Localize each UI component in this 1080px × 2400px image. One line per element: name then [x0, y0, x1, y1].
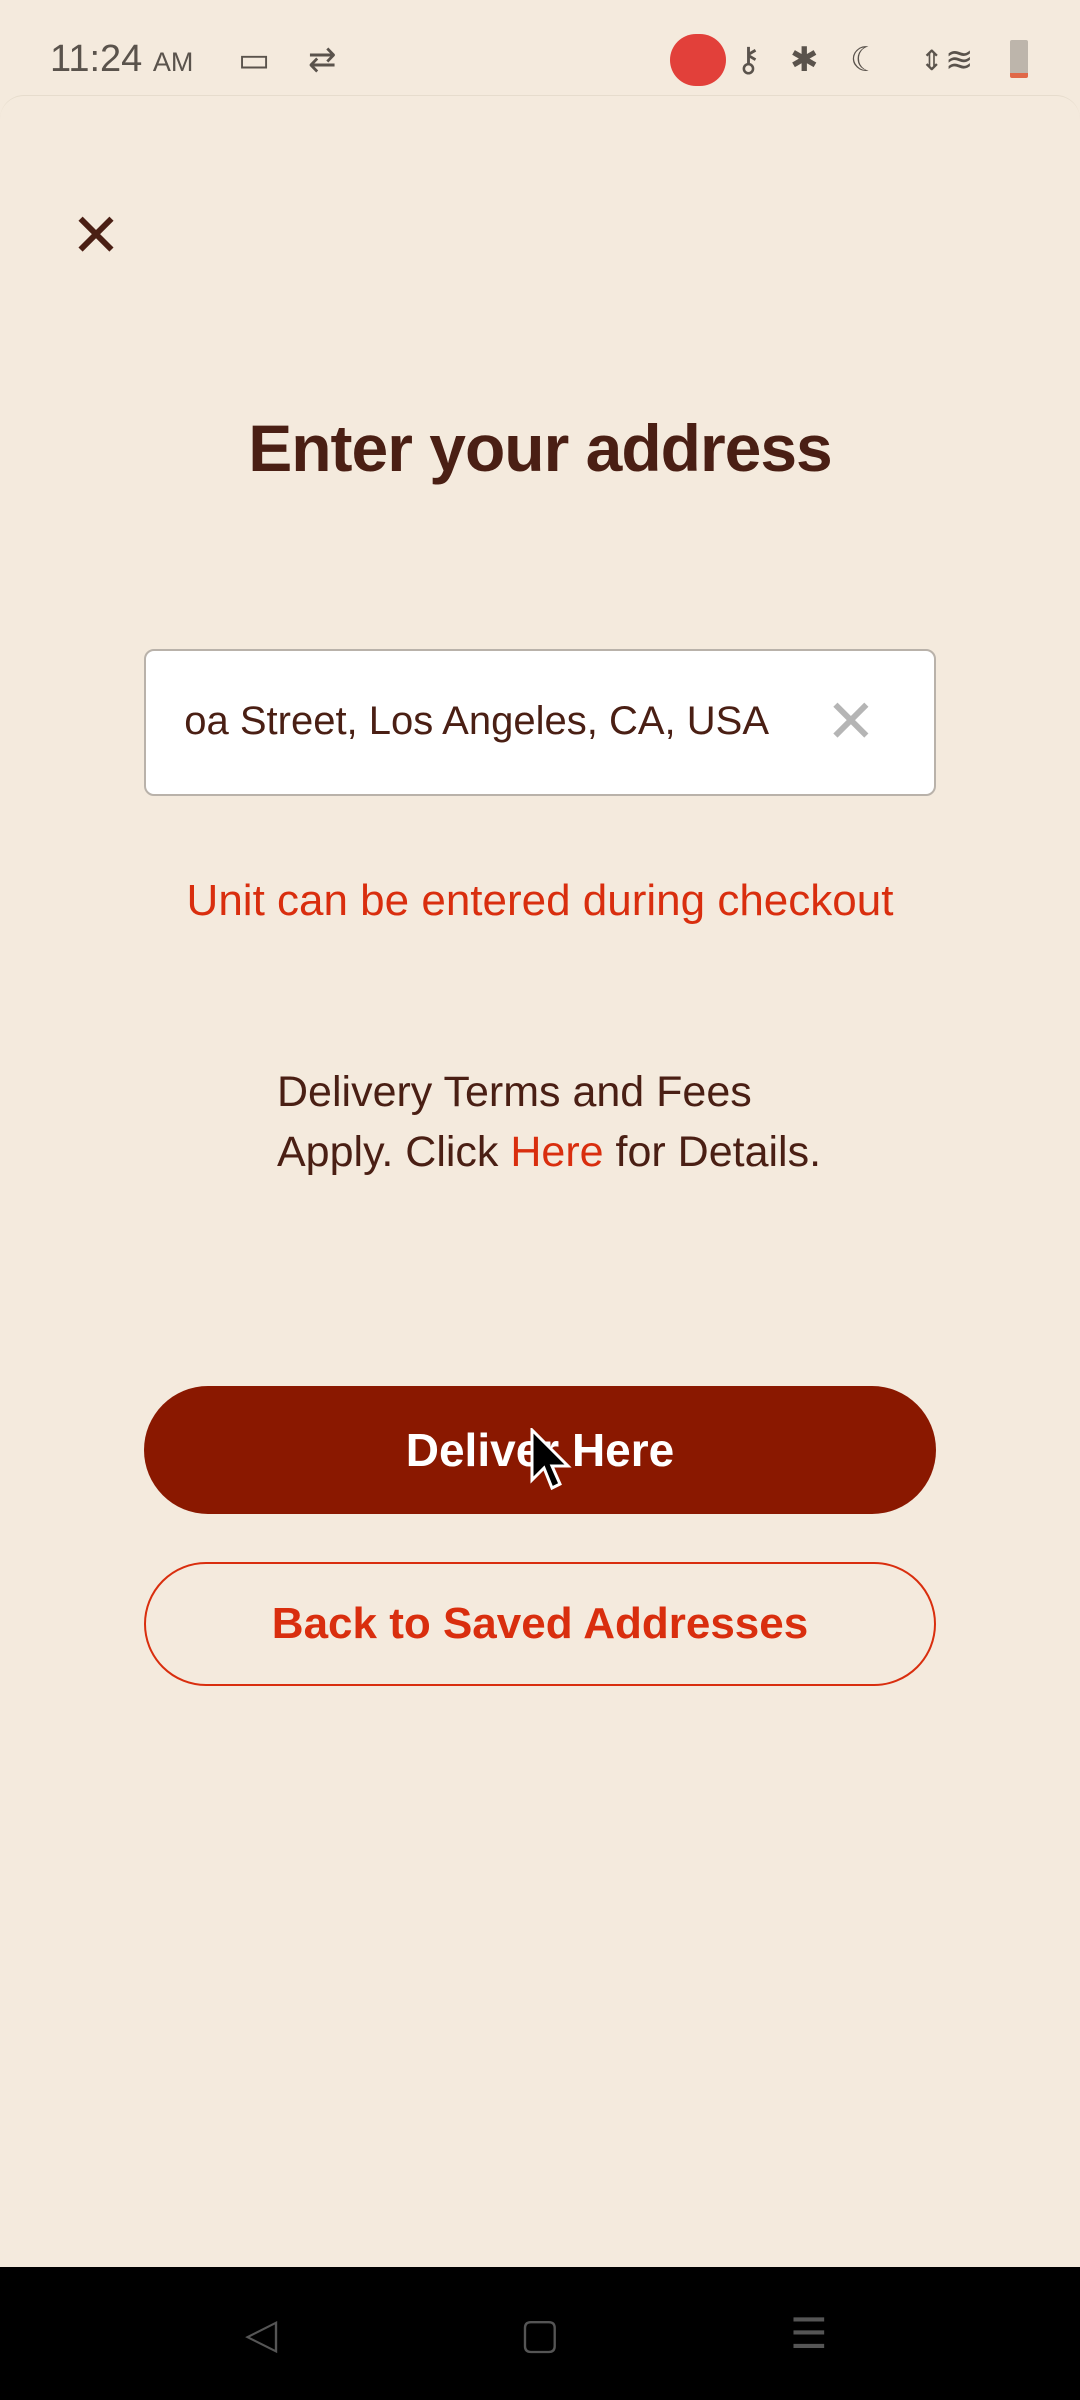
home-nav-icon[interactable]: ▢ — [520, 2309, 560, 2358]
do-not-disturb-icon: ☾ — [850, 41, 881, 79]
data-arrows-icon: ⇕ — [920, 45, 944, 76]
clear-input-icon[interactable]: ✕ — [826, 687, 876, 757]
recording-indicator-icon — [670, 34, 726, 86]
screen-record-icon: ▭ — [238, 41, 271, 79]
close-icon[interactable]: ✕ — [70, 206, 122, 266]
back-nav-icon[interactable]: ◁ — [245, 2309, 277, 2358]
wifi-icon: ≋ — [945, 41, 974, 79]
back-to-saved-addresses-button[interactable]: Back to Saved Addresses — [144, 1562, 936, 1686]
delivery-terms: Delivery Terms and Fees Apply. Click Her… — [277, 1062, 837, 1182]
clock: 11:24 AM — [50, 38, 193, 81]
sync-icon: ⇄ — [308, 41, 337, 79]
time-text: 11:24 — [50, 38, 143, 80]
page-title: Enter your address — [248, 411, 833, 485]
vpn-key-icon: ⚷ — [736, 41, 761, 79]
bluetooth-icon: ✱ — [790, 41, 819, 79]
recents-nav-icon[interactable]: ☰ — [790, 2309, 828, 2358]
battery-icon — [1010, 40, 1028, 78]
ampm-text: AM — [152, 47, 194, 77]
mouse-cursor-icon — [530, 1428, 572, 1491]
navigation-bar: ◁ ▢ ☰ — [0, 2267, 1080, 2400]
terms-text-end: for Details. — [603, 1128, 822, 1176]
address-value[interactable]: oa Street, Los Angeles, CA, USA — [184, 699, 769, 744]
status-bar: 11:24 AM ▭ ⇄ ⚷ ✱ ☾ ⇕ ≋ — [0, 0, 1080, 100]
address-input[interactable]: oa Street, Los Angeles, CA, USA ✕ — [144, 649, 936, 796]
terms-here-link[interactable]: Here — [510, 1128, 603, 1176]
unit-note: Unit can be entered during checkout — [186, 876, 894, 925]
